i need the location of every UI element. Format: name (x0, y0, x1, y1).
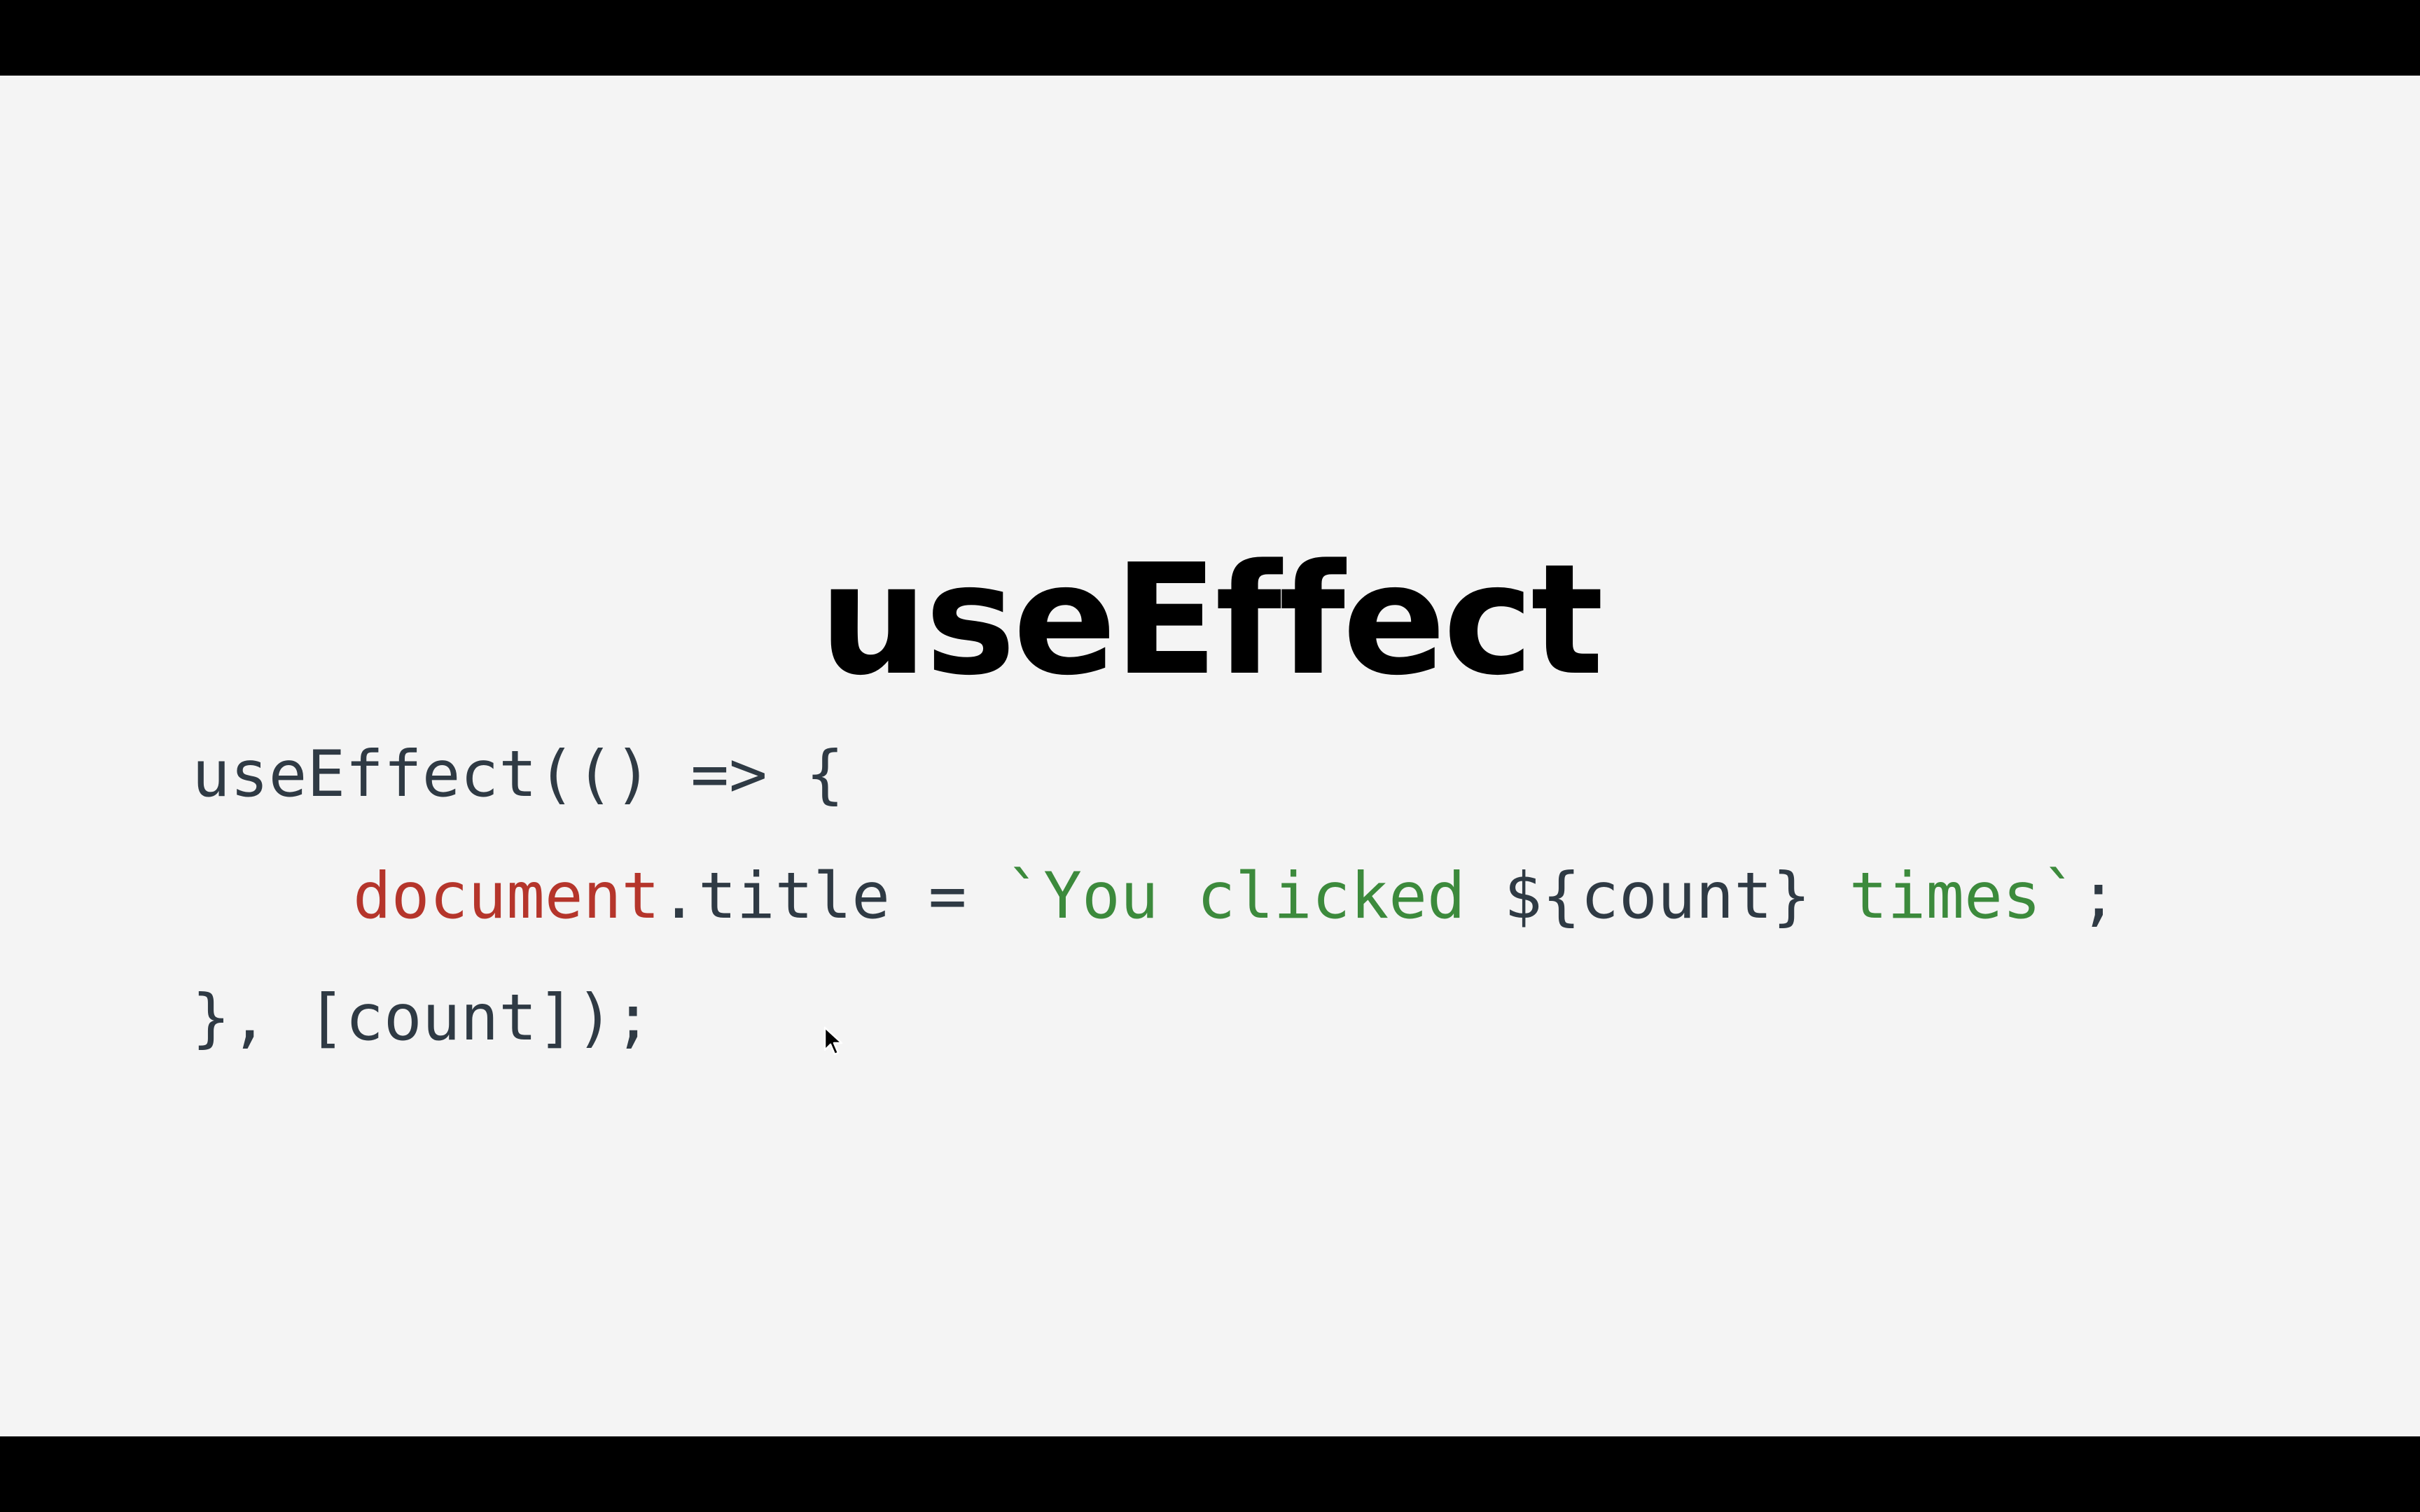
code-token-document: document (353, 860, 660, 933)
code-token-string-close: times` (1810, 860, 2080, 933)
code-block: useEffect(() => { document.title = `You c… (192, 714, 2118, 1079)
slide-title: useEffect (819, 532, 1604, 709)
mouse-pointer-icon (823, 1026, 843, 1056)
code-token-title-assign: .title = (660, 860, 1006, 933)
letterbox-bottom (0, 1436, 2420, 1512)
code-token-semicolon: ; (2079, 860, 2118, 933)
letterbox-top (0, 0, 2420, 76)
code-token-string-open: `You clicked (1005, 860, 1504, 933)
code-token-interpolation: ${count} (1503, 860, 1811, 933)
code-line-3: }, [count]); (192, 981, 653, 1055)
code-line-2: document.title = `You clicked ${count} t… (192, 836, 2118, 958)
code-line-1: useEffect(() => { (192, 738, 844, 811)
